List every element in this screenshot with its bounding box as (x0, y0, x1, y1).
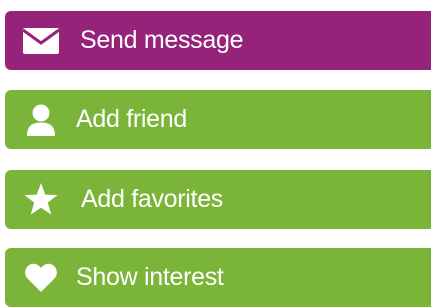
send-message-button[interactable]: Send message (5, 11, 431, 70)
user-icon (22, 101, 60, 139)
envelope-icon (22, 22, 60, 60)
show-interest-label: Show interest (76, 263, 224, 291)
add-friend-button[interactable]: Add friend (5, 90, 431, 149)
star-icon (22, 181, 60, 219)
send-message-label: Send message (80, 26, 244, 54)
profile-actions: Send message Add friend Add favorites Sh… (0, 0, 431, 307)
add-favorites-button[interactable]: Add favorites (5, 170, 431, 229)
heart-icon (22, 259, 60, 297)
show-interest-button[interactable]: Show interest (5, 248, 431, 307)
add-friend-label: Add friend (76, 105, 187, 133)
add-favorites-label: Add favorites (81, 185, 224, 213)
